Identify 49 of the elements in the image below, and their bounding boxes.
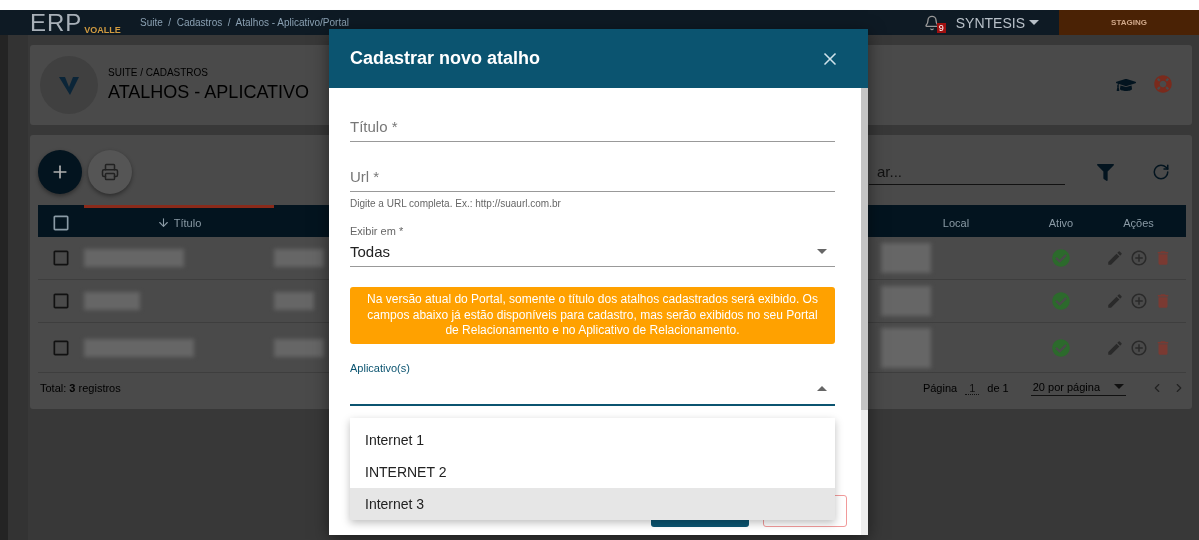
checkbox[interactable] [51, 248, 71, 268]
printer-icon [101, 163, 119, 181]
notification-badge: 9 [936, 22, 946, 33]
caret-icon [817, 386, 827, 392]
sort-arrow-icon [156, 216, 170, 229]
blurred-text [274, 338, 324, 357]
environment-label: STAGING [1059, 10, 1199, 35]
menu-option[interactable]: Internet 1 [350, 424, 835, 456]
menu-option[interactable]: Internet 3 [350, 488, 835, 520]
caret-icon [1114, 384, 1124, 389]
page-title: ATALHOS - APLICATIVO [108, 82, 311, 103]
blurred-text [881, 327, 931, 368]
print-button[interactable] [88, 150, 132, 194]
edit-icon[interactable] [1105, 249, 1124, 267]
field-label: Exibir em * [350, 225, 405, 237]
caret-icon [817, 249, 827, 254]
user-menu[interactable]: SYNTESIS [955, 14, 1039, 31]
blurred-text [881, 286, 931, 316]
section-label: SUITE / CADASTROS [108, 67, 209, 78]
caret-icon [1029, 20, 1039, 25]
search-field[interactable]: ar... [869, 159, 1065, 185]
edit-icon[interactable] [1105, 338, 1124, 357]
v-logo-icon [58, 74, 80, 96]
page-count: de 1 [987, 382, 1009, 394]
add-button[interactable] [38, 150, 82, 194]
field-label: Aplicativo(s) [350, 361, 411, 374]
breadcrumb: Suite / Cadastros / Atalhos - Aplicativo/Portal [140, 17, 349, 28]
lifebuoy-icon[interactable] [1154, 75, 1172, 93]
checkbox[interactable] [51, 291, 71, 311]
scrollbar[interactable] [861, 88, 868, 535]
blurred-text [84, 292, 140, 310]
total-records: Total: 3 registros [40, 382, 121, 394]
column-header[interactable]: Local [942, 216, 970, 229]
edit-icon[interactable] [1105, 292, 1124, 310]
bell-icon[interactable] [923, 14, 940, 31]
logo-subtext: VOALLE [84, 24, 121, 35]
column-header[interactable]: Título [173, 216, 202, 229]
blurred-text [274, 249, 324, 267]
info-alert: Na versão atual do Portal, somente o título dos atalhos cadastrados será exibido. Os campos abaixo já estão disponíveis para cadastro, mas serão exibidos no seu Portal de Relacionamento e no Aplicativo de Relacionamento. [350, 287, 835, 344]
logo-text: ERP [30, 10, 83, 35]
menu-option[interactable]: INTERNET 2 [350, 456, 835, 488]
column-header[interactable]: Ações [1123, 216, 1154, 229]
column-header[interactable]: Ativo [1048, 216, 1074, 229]
select-field[interactable]: Todas [350, 237, 835, 267]
page-label: Página [922, 382, 958, 394]
blurred-text [274, 292, 314, 310]
field-hint: Digite a URL completa. Ex.: http://suaurl.com.br [350, 198, 562, 209]
dialog-title: Cadastrar novo atalho [350, 48, 541, 69]
blurred-text [881, 243, 931, 273]
